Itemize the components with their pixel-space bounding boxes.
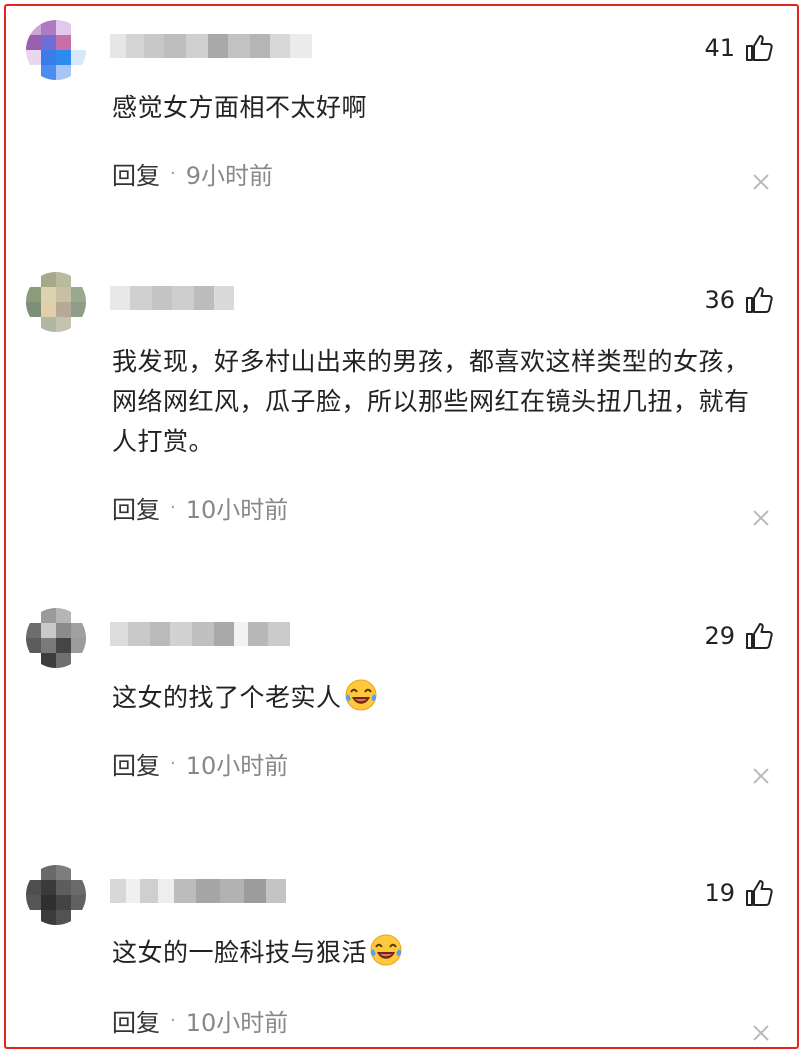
reply-button[interactable]: 回复 — [112, 1003, 160, 1038]
separator: · — [170, 753, 176, 774]
timestamp: 10小时前 — [185, 496, 289, 524]
like-control[interactable]: 19 — [704, 875, 775, 911]
laughing-crying-emoji-icon — [345, 679, 377, 711]
avatar[interactable] — [26, 608, 86, 668]
thumbs-up-icon[interactable] — [743, 877, 775, 909]
like-control[interactable]: 41 — [704, 30, 775, 66]
comment-meta: 回复 · 10小时前 — [112, 746, 288, 781]
comment-text: 我发现，好多村山出来的男孩，都喜欢这样类型的女孩，网络网红风，瓜子脸，所以那些网… — [112, 347, 750, 456]
like-count: 29 — [704, 622, 735, 650]
comment-text: 感觉女方面相不太好啊 — [112, 93, 368, 122]
laughing-crying-emoji-icon — [370, 934, 402, 966]
comment-text: 这女的找了个老实人 — [112, 678, 761, 718]
username-blurred[interactable] — [110, 34, 312, 58]
close-icon[interactable] — [751, 508, 771, 528]
timestamp: 10小时前 — [185, 752, 289, 780]
username-blurred[interactable] — [110, 879, 286, 903]
reply-button[interactable]: 回复 — [112, 156, 160, 191]
comment-text-content: 这女的找了个老实人 — [112, 683, 342, 712]
like-count: 41 — [704, 34, 735, 62]
comment-item: 19 这女的一脸科技与狠活 回复 · 10小时前 — [6, 851, 797, 1047]
like-control[interactable]: 36 — [704, 282, 775, 318]
comment-list: 41 感觉女方面相不太好啊 回复 · 9小时前 36 我发现，好多村山出来的男孩… — [4, 4, 799, 1049]
comment-meta: 回复 · 10小时前 — [112, 1003, 288, 1038]
close-icon[interactable] — [751, 1023, 771, 1043]
close-icon[interactable] — [751, 172, 771, 192]
thumbs-up-icon[interactable] — [743, 32, 775, 64]
comment-text-content: 这女的一脸科技与狠活 — [112, 938, 368, 967]
comment-item: 29 这女的找了个老实人 回复 · 10小时前 — [6, 594, 797, 848]
reply-button[interactable]: 回复 — [112, 490, 160, 525]
separator: · — [170, 163, 176, 184]
username-blurred[interactable] — [110, 622, 290, 646]
avatar[interactable] — [26, 865, 86, 925]
thumbs-up-icon[interactable] — [743, 284, 775, 316]
like-control[interactable]: 29 — [704, 618, 775, 654]
reply-button[interactable]: 回复 — [112, 746, 160, 781]
comment-meta: 回复 · 9小时前 — [112, 156, 273, 191]
like-count: 19 — [704, 879, 735, 907]
thumbs-up-icon[interactable] — [743, 620, 775, 652]
comment-item: 41 感觉女方面相不太好啊 回复 · 9小时前 — [6, 6, 797, 256]
separator: · — [170, 1010, 176, 1031]
timestamp: 9小时前 — [185, 162, 274, 190]
avatar[interactable] — [26, 272, 86, 332]
username-blurred[interactable] — [110, 286, 234, 310]
comment-item: 36 我发现，好多村山出来的男孩，都喜欢这样类型的女孩，网络网红风，瓜子脸，所以… — [6, 258, 797, 592]
comment-meta: 回复 · 10小时前 — [112, 490, 288, 525]
like-count: 36 — [704, 286, 735, 314]
close-icon[interactable] — [751, 766, 771, 786]
avatar[interactable] — [26, 20, 86, 80]
timestamp: 10小时前 — [185, 1009, 289, 1037]
separator: · — [170, 497, 176, 518]
comment-text: 这女的一脸科技与狠活 — [112, 933, 761, 973]
